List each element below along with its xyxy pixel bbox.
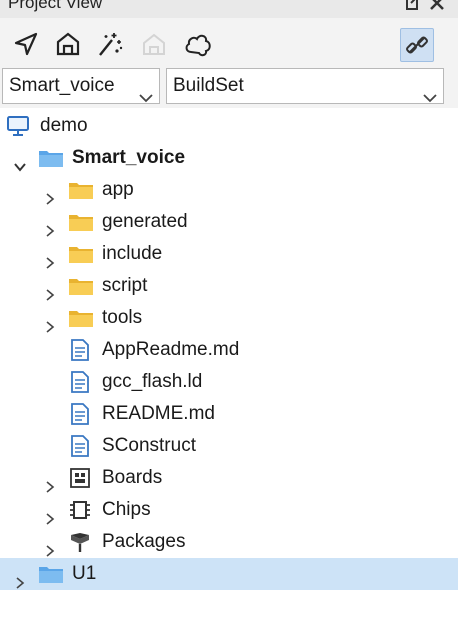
chevron-right-icon[interactable] [44,536,56,557]
tree-item-file[interactable]: gcc_flash.ld [0,366,458,398]
tree-item-file[interactable]: AppReadme.md [0,334,458,366]
tree-item-packages[interactable]: Packages [0,526,458,558]
folder-icon [68,307,93,329]
tree-item-file[interactable]: SConstruct [0,430,458,462]
project-select-value: Smart_voice [9,75,115,96]
buildset-select-value: BuildSet [173,75,244,96]
chevron-right-icon[interactable] [44,280,56,301]
chevron-down-icon[interactable] [14,152,26,172]
float-window-icon[interactable] [404,0,422,12]
tree-item-label: demo [40,115,88,136]
navigate-icon[interactable] [10,28,42,60]
project-folder-icon [38,563,63,585]
tree-item-project-u1[interactable]: U1 [0,558,458,590]
chip-icon [68,499,92,521]
tree-item-label: Boards [102,467,163,488]
link-icon[interactable] [400,28,434,62]
tree-item-label: include [102,243,163,264]
folder-icon [68,179,93,201]
board-icon [68,467,92,489]
tree-item-boards[interactable]: Boards [0,462,458,494]
chevron-right-icon[interactable] [44,216,56,237]
chevron-right-icon[interactable] [44,248,56,269]
tree-item-project[interactable]: Smart_voice [0,142,458,174]
tree-item-chips[interactable]: Chips [0,494,458,526]
tree-item-label: SConstruct [102,435,196,456]
chevron-right-icon[interactable] [14,568,26,589]
project-folder-icon [38,147,63,169]
tree-item-folder[interactable]: script [0,270,458,302]
tree-item-label: Smart_voice [72,147,186,168]
panel-titlebar: Project View [0,0,458,18]
panel-title: Project View [8,0,103,12]
tree-item-workspace[interactable]: demo [0,110,458,142]
project-tree: demo Smart_voice app generated include s… [0,108,458,626]
tree-item-label: generated [102,211,188,232]
folder-icon [68,243,93,265]
tree-item-label: script [102,275,148,296]
project-toolbar [0,22,458,66]
tree-item-folder[interactable]: tools [0,302,458,334]
tree-item-label: app [102,179,134,200]
chevron-right-icon[interactable] [44,184,56,205]
buildset-select[interactable]: BuildSet [166,68,444,104]
tree-item-label: AppReadme.md [102,339,240,360]
tree-item-file[interactable]: README.md [0,398,458,430]
folder-icon [68,275,93,297]
tree-item-label: Packages [102,531,186,552]
tree-item-label: Chips [102,499,151,520]
close-icon[interactable] [428,0,446,12]
home-icon[interactable] [52,28,84,60]
tree-item-label: U1 [72,563,97,584]
cloud-icon[interactable] [182,28,214,60]
tree-item-folder[interactable]: include [0,238,458,270]
monitor-icon [6,115,30,137]
house-disabled-icon [138,28,170,60]
tree-item-label: tools [102,307,143,328]
package-icon [68,531,92,553]
tree-item-folder[interactable]: generated [0,206,458,238]
chevron-right-icon[interactable] [44,504,56,525]
project-select[interactable]: Smart_voice [2,68,160,104]
magic-wand-icon[interactable] [94,28,126,60]
file-icon [68,339,92,361]
chevron-right-icon[interactable] [44,312,56,333]
file-icon [68,403,92,425]
file-icon [68,435,92,457]
file-icon [68,371,92,393]
tree-item-label: README.md [102,403,215,424]
tree-item-folder[interactable]: app [0,174,458,206]
chevron-right-icon[interactable] [44,472,56,493]
tree-item-label: gcc_flash.ld [102,371,203,392]
folder-icon [68,211,93,233]
